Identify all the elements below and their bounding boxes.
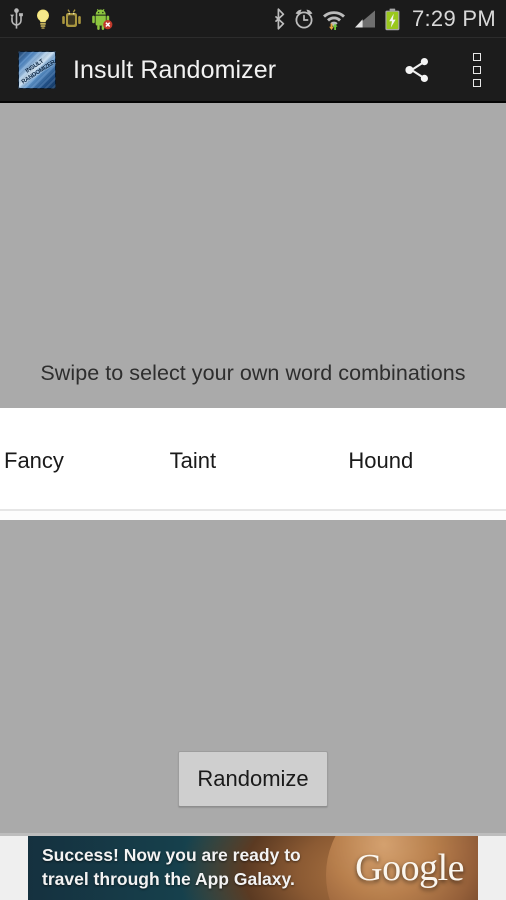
overflow-dot-3 <box>473 79 481 87</box>
android-robot-notification-icon <box>61 8 82 31</box>
overflow-menu-button[interactable] <box>448 38 506 102</box>
cellular-signal-icon <box>353 9 377 29</box>
noun-word-column[interactable]: Taint <box>162 408 328 513</box>
action-bar-buttons <box>386 38 506 102</box>
ad-container: Success! Now you are ready to travel thr… <box>0 833 506 900</box>
status-bar-notification-icons <box>8 8 113 31</box>
overflow-menu-icon <box>473 53 481 87</box>
app-title: Insult Randomizer <box>73 55 277 84</box>
lightbulb-icon <box>34 8 52 30</box>
second-noun-word-column[interactable]: Hound <box>327 408 506 513</box>
swipe-hint-text: Swipe to select your own word combinatio… <box>40 361 466 385</box>
phone-screen: 7:29 PM INSULT RANDOMIZER Insult Randomiz… <box>0 0 506 900</box>
adjective-word-column[interactable]: Fancy <box>0 408 162 513</box>
status-bar: 7:29 PM <box>0 0 506 38</box>
ad-headline: Success! Now you are ready to travel thr… <box>42 843 301 891</box>
share-icon <box>405 58 428 82</box>
overflow-dot-2 <box>473 66 481 74</box>
app-content: Swipe to select your own word combinatio… <box>0 103 506 900</box>
randomize-button[interactable]: Randomize <box>178 751 328 807</box>
battery-charging-icon <box>384 8 401 31</box>
randomize-button-container: Randomize <box>0 751 506 807</box>
lower-panel: Randomize <box>0 520 506 833</box>
status-bar-clock: 7:29 PM <box>411 6 496 31</box>
overflow-dot-1 <box>473 53 481 61</box>
google-logo: Google <box>355 847 464 889</box>
action-bar: INSULT RANDOMIZER Insult Randomizer <box>0 38 506 102</box>
word-value: Fancy <box>4 447 64 473</box>
word-strip-gap <box>0 511 506 520</box>
app-logo-icon: INSULT RANDOMIZER <box>18 51 56 89</box>
word-selector-strip[interactable]: Fancy Taint Hound <box>0 408 506 513</box>
usb-icon <box>8 8 25 30</box>
bluetooth-icon <box>272 8 286 30</box>
share-button[interactable] <box>386 38 448 102</box>
android-app-error-icon <box>91 8 113 31</box>
ad-headline-line-2: travel through the App Galaxy. <box>42 869 295 889</box>
word-value: Hound <box>348 447 414 473</box>
word-value: Taint <box>169 447 217 473</box>
ad-banner[interactable]: Success! Now you are ready to travel thr… <box>28 836 478 900</box>
hint-area: Swipe to select your own word combinatio… <box>0 103 506 408</box>
ad-headline-line-1: Success! Now you are ready to <box>42 845 301 865</box>
wifi-signal-icon <box>322 8 346 31</box>
status-bar-system-icons: 7:29 PM <box>272 6 496 32</box>
alarm-clock-icon <box>293 8 315 30</box>
